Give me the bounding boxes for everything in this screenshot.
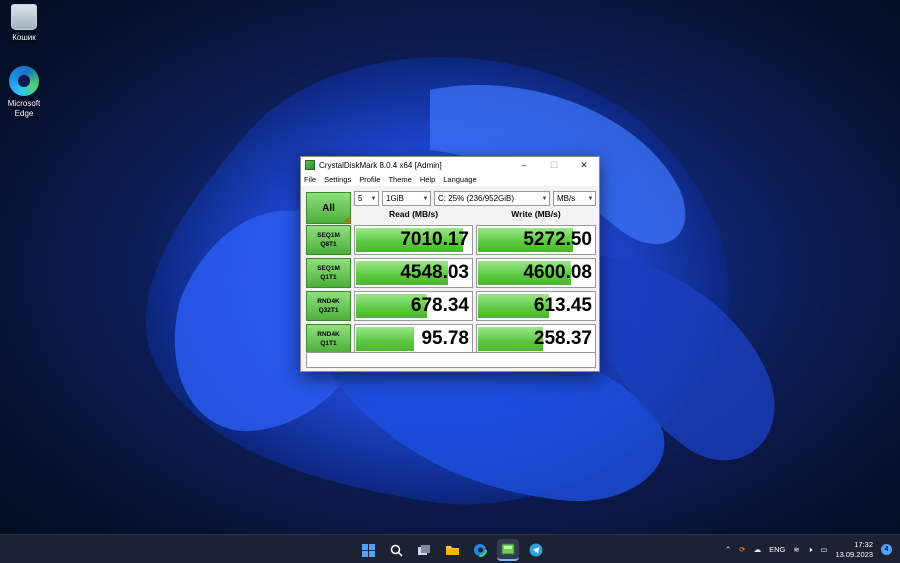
clock[interactable]: 17:32 13.09.2023 bbox=[835, 540, 873, 560]
recycle-bin-icon bbox=[11, 4, 37, 30]
menu-profile[interactable]: Profile bbox=[359, 175, 380, 184]
close-button[interactable]: ✕ bbox=[569, 157, 599, 173]
write-result-value: 613.45 bbox=[533, 295, 592, 316]
recycle-bin-shortcut[interactable]: Кошик bbox=[0, 4, 48, 43]
test-count-select[interactable]: 5 ▼ bbox=[354, 191, 379, 206]
language-indicator[interactable]: ENG bbox=[769, 545, 785, 554]
result-row: SEQ1M Q8T1 7010.17 5272.50 bbox=[306, 225, 596, 255]
test-name-line1: SEQ1M bbox=[317, 232, 340, 239]
unit-select[interactable]: MB/s ▼ bbox=[553, 191, 596, 206]
result-row: RND4K Q1T1 95.78 258.37 bbox=[306, 324, 596, 354]
edge-icon[interactable] bbox=[469, 539, 491, 561]
test-name-line1: SEQ1M bbox=[317, 265, 340, 272]
test-count-value: 5 bbox=[358, 194, 363, 203]
title-bar[interactable]: CrystalDiskMark 8.0.4 x64 [Admin] – ☐ ✕ bbox=[301, 157, 599, 173]
cloud-icon[interactable]: ☁ bbox=[754, 545, 762, 554]
read-result-cell: 7010.17 bbox=[354, 225, 473, 255]
search-icon[interactable] bbox=[385, 539, 407, 561]
window-title: CrystalDiskMark 8.0.4 x64 [Admin] bbox=[319, 160, 442, 170]
read-result-value: 678.34 bbox=[410, 295, 469, 316]
read-result-value: 7010.17 bbox=[400, 229, 469, 250]
test-name-line1: RND4K bbox=[317, 331, 340, 338]
write-result-value: 258.37 bbox=[533, 328, 592, 349]
test-name-line2: Q1T1 bbox=[320, 340, 337, 347]
comment-field[interactable] bbox=[306, 352, 596, 368]
battery-icon[interactable]: ▭ bbox=[820, 545, 827, 554]
read-result-bar bbox=[356, 327, 414, 351]
write-result-cell: 613.45 bbox=[476, 291, 596, 321]
test-button[interactable]: SEQ1M Q1T1 bbox=[306, 258, 351, 288]
chevron-down-icon: ▼ bbox=[587, 195, 594, 202]
result-row: RND4K Q32T1 678.34 613.45 bbox=[306, 291, 596, 321]
test-name-line2: Q1T1 bbox=[320, 274, 337, 281]
sync-icon[interactable]: ⟳ bbox=[739, 545, 745, 554]
windows-start-icon[interactable] bbox=[357, 539, 379, 561]
test-button[interactable]: RND4K Q32T1 bbox=[306, 291, 351, 321]
menu-file[interactable]: File bbox=[304, 175, 316, 184]
unit-value: MB/s bbox=[557, 194, 576, 203]
maximize-button[interactable]: ☐ bbox=[539, 157, 569, 173]
app-icon bbox=[305, 160, 315, 170]
read-result-cell: 4548.03 bbox=[354, 258, 473, 288]
test-size-value: 1GiB bbox=[386, 194, 404, 203]
write-result-value: 5272.50 bbox=[523, 229, 592, 250]
write-result-cell: 5272.50 bbox=[476, 225, 596, 255]
edge-icon bbox=[9, 66, 39, 96]
wifi-icon[interactable]: ≋ bbox=[793, 545, 799, 554]
read-result-value: 4548.03 bbox=[400, 262, 469, 283]
taskbar: ⌃ ⟳ ☁ ENG ≋ 🕨 ▭ 17:32 13.09.2023 4 bbox=[0, 534, 900, 563]
write-result-value: 4600.08 bbox=[523, 262, 592, 283]
test-button[interactable]: SEQ1M Q8T1 bbox=[306, 225, 351, 255]
system-tray: ⌃ ⟳ ☁ ENG ≋ 🕨 ▭ 17:32 13.09.2023 4 bbox=[725, 535, 892, 563]
drive-value: C: 25% (236/952GiB) bbox=[438, 194, 515, 203]
notification-badge[interactable]: 4 bbox=[881, 544, 892, 555]
clock-time: 17:32 bbox=[854, 539, 873, 549]
menu-bar: File Settings Profile Theme Help Languag… bbox=[301, 173, 599, 186]
drive-select[interactable]: C: 25% (236/952GiB) ▼ bbox=[434, 191, 550, 206]
menu-language[interactable]: Language bbox=[443, 175, 476, 184]
all-button[interactable]: All bbox=[306, 192, 351, 224]
test-name-line2: Q8T1 bbox=[320, 241, 337, 248]
volume-icon[interactable]: 🕨 bbox=[808, 545, 813, 555]
chevron-down-icon: ▼ bbox=[422, 195, 429, 202]
chevron-down-icon: ▼ bbox=[541, 195, 548, 202]
write-result-cell: 4600.08 bbox=[476, 258, 596, 288]
clock-date: 13.09.2023 bbox=[835, 549, 873, 559]
read-result-cell: 95.78 bbox=[354, 324, 473, 354]
test-name-line2: Q32T1 bbox=[318, 307, 339, 314]
write-header: Write (MB/s) bbox=[511, 209, 561, 219]
read-result-cell: 678.34 bbox=[354, 291, 473, 321]
menu-help[interactable]: Help bbox=[420, 175, 435, 184]
crystaldiskmark-icon[interactable] bbox=[497, 539, 519, 561]
menu-settings[interactable]: Settings bbox=[324, 175, 351, 184]
read-result-value: 95.78 bbox=[421, 328, 469, 349]
test-name-line1: RND4K bbox=[317, 298, 340, 305]
chevron-down-icon: ▼ bbox=[370, 195, 377, 202]
write-result-cell: 258.37 bbox=[476, 324, 596, 354]
chevron-up-icon[interactable]: ⌃ bbox=[725, 545, 731, 554]
file-explorer-icon[interactable] bbox=[441, 539, 463, 561]
edge-label: Microsoft Edge bbox=[7, 99, 41, 118]
edge-shortcut[interactable]: Microsoft Edge bbox=[0, 66, 48, 119]
read-header: Read (MB/s) bbox=[388, 209, 439, 219]
menu-theme[interactable]: Theme bbox=[388, 175, 411, 184]
telegram-icon[interactable] bbox=[525, 539, 547, 561]
test-button[interactable]: RND4K Q1T1 bbox=[306, 324, 351, 354]
test-size-select[interactable]: 1GiB ▼ bbox=[382, 191, 431, 206]
recycle-bin-label: Кошик bbox=[12, 33, 36, 42]
task-view-icon[interactable] bbox=[413, 539, 435, 561]
taskbar-apps bbox=[357, 539, 547, 561]
result-row: SEQ1M Q1T1 4548.03 4600.08 bbox=[306, 258, 596, 288]
minimize-button[interactable]: – bbox=[509, 157, 539, 173]
crystaldiskmark-window: CrystalDiskMark 8.0.4 x64 [Admin] – ☐ ✕ … bbox=[300, 156, 600, 372]
